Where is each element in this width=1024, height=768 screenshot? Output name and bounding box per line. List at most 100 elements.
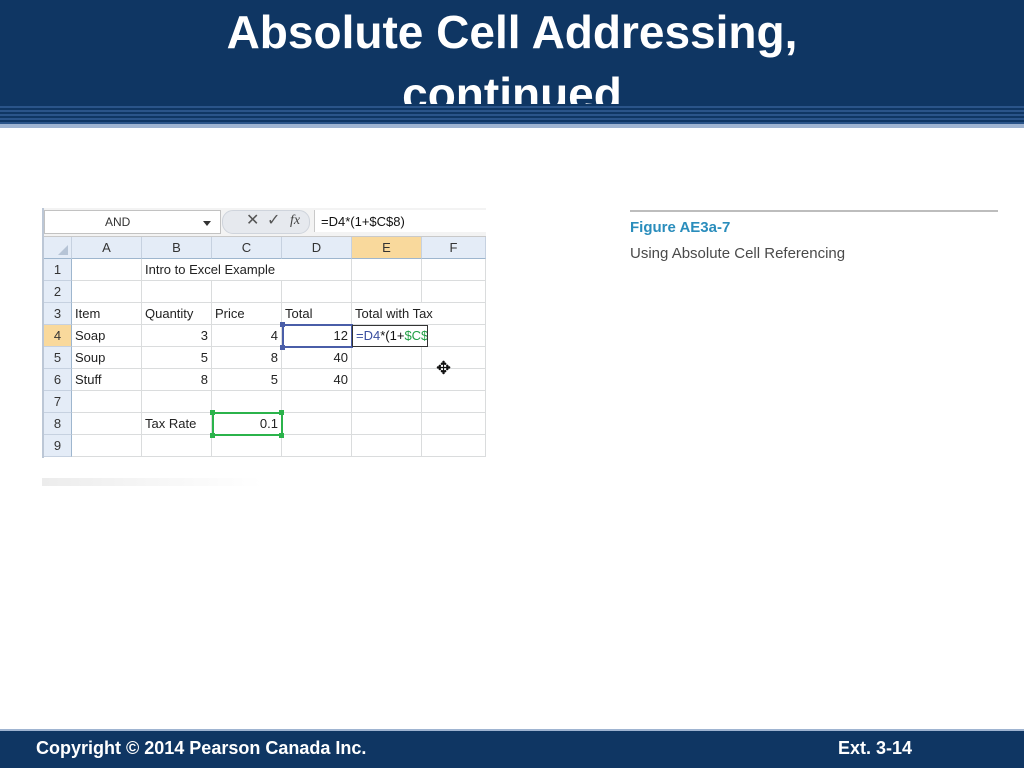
select-all-button[interactable] xyxy=(44,237,72,259)
header-divider xyxy=(0,124,1024,128)
cell-b6[interactable]: 8 xyxy=(142,369,212,391)
row-header-6[interactable]: 6 xyxy=(44,369,72,391)
row-header-2[interactable]: 2 xyxy=(44,281,72,303)
figure-caption: Using Absolute Cell Referencing xyxy=(630,245,846,262)
highlight-handle-c8-tr xyxy=(279,410,284,415)
footer-copyright: Copyright © 2014 Pearson Canada Inc. xyxy=(36,738,367,758)
formula-operator: *(1+ xyxy=(380,328,405,343)
cell-a6[interactable]: Stuff xyxy=(72,369,142,391)
cell-c6[interactable]: 5 xyxy=(212,369,282,391)
row-header-4[interactable]: 4 xyxy=(44,325,72,347)
figure-shadow xyxy=(42,478,262,486)
cell-b5[interactable]: 5 xyxy=(142,347,212,369)
row-header-5[interactable]: 5 xyxy=(44,347,72,369)
highlight-handle-d4-tl xyxy=(280,322,285,327)
formula-bar: AND ✕ ✓ fx =D4*(1+$C$8) xyxy=(44,208,486,237)
cell-a7[interactable] xyxy=(72,391,142,413)
column-header-c[interactable]: C xyxy=(212,237,282,259)
cell-d3[interactable]: Total xyxy=(282,303,352,325)
formula-input[interactable]: =D4*(1+$C$8) xyxy=(314,210,486,232)
caption-rule xyxy=(630,210,998,212)
row-header-8[interactable]: 8 xyxy=(44,413,72,435)
cell-a2[interactable] xyxy=(72,281,142,303)
cell-a3[interactable]: Item xyxy=(72,303,142,325)
cell-e6[interactable] xyxy=(352,369,422,391)
slide-title-line1: Absolute Cell Addressing, xyxy=(226,6,798,58)
cell-b3[interactable]: Quantity xyxy=(142,303,212,325)
cell-a1[interactable] xyxy=(72,259,142,281)
name-box-value: AND xyxy=(105,215,131,229)
cell-d8[interactable] xyxy=(282,413,352,435)
slide-header: Absolute Cell Addressing, continued xyxy=(0,0,1024,124)
cell-f8[interactable] xyxy=(422,413,486,435)
cell-a9[interactable] xyxy=(72,435,142,457)
cell-c2[interactable] xyxy=(212,281,282,303)
cell-f4[interactable] xyxy=(422,325,486,347)
cell-f5[interactable] xyxy=(422,347,486,369)
cell-c3[interactable]: Price xyxy=(212,303,282,325)
header-stripes xyxy=(0,104,1024,124)
cell-c7[interactable] xyxy=(212,391,282,413)
enter-check-icon[interactable]: ✓ xyxy=(267,212,280,230)
row-header-1[interactable]: 1 xyxy=(44,259,72,281)
highlight-handle-d4-bl xyxy=(280,345,285,350)
column-headers: A B C D E F xyxy=(44,237,486,259)
cell-c5[interactable]: 8 xyxy=(212,347,282,369)
cell-d9[interactable] xyxy=(282,435,352,457)
active-cell-e4[interactable]: =D4*(1+$C$8) xyxy=(352,325,428,347)
cell-d5[interactable]: 40 xyxy=(282,347,352,369)
reference-highlight-d4 xyxy=(282,324,353,348)
cell-grid: 1 2 3 4 5 6 7 8 9 Intro to Excel Example… xyxy=(44,259,486,458)
row-header-3[interactable]: 3 xyxy=(44,303,72,325)
cell-e7[interactable] xyxy=(352,391,422,413)
spreadsheet-figure: AND ✕ ✓ fx =D4*(1+$C$8) A B C D E F 1 2 … xyxy=(42,208,486,458)
cell-d2[interactable] xyxy=(282,281,352,303)
cell-c4[interactable]: 4 xyxy=(212,325,282,347)
cell-e1[interactable] xyxy=(352,259,422,281)
column-header-a[interactable]: A xyxy=(72,237,142,259)
cell-a4[interactable]: Soap xyxy=(72,325,142,347)
cell-b4[interactable]: 3 xyxy=(142,325,212,347)
column-header-e[interactable]: E xyxy=(352,237,422,259)
highlight-handle-c8-br xyxy=(279,433,284,438)
column-header-f[interactable]: F xyxy=(422,237,486,259)
cell-f1[interactable] xyxy=(422,259,486,281)
column-header-b[interactable]: B xyxy=(142,237,212,259)
cell-e9[interactable] xyxy=(352,435,422,457)
select-all-triangle-icon xyxy=(58,245,68,255)
slide-footer: Copyright © 2014 Pearson Canada Inc. Ext… xyxy=(0,729,1024,768)
cell-f7[interactable] xyxy=(422,391,486,413)
cell-e3[interactable]: Total with Tax xyxy=(352,303,486,325)
cell-c9[interactable] xyxy=(212,435,282,457)
cell-b7[interactable] xyxy=(142,391,212,413)
cell-f6[interactable] xyxy=(422,369,486,391)
cell-e2[interactable] xyxy=(352,281,422,303)
cancel-icon[interactable]: ✕ xyxy=(246,212,259,230)
highlight-handle-c8-tl xyxy=(210,410,215,415)
figure-label: Figure AE3a-7 xyxy=(630,219,731,236)
cell-f2[interactable] xyxy=(422,281,486,303)
cell-a8[interactable] xyxy=(72,413,142,435)
cell-e5[interactable] xyxy=(352,347,422,369)
insert-function-icon[interactable]: fx xyxy=(290,212,300,230)
name-box-dropdown-icon[interactable] xyxy=(203,221,211,226)
formula-text: =D4*(1+$C$8) xyxy=(321,214,405,229)
cell-e8[interactable] xyxy=(352,413,422,435)
cell-b9[interactable] xyxy=(142,435,212,457)
cell-cursor-icon: ✥ xyxy=(436,358,452,378)
row-header-7[interactable]: 7 xyxy=(44,391,72,413)
cell-b8[interactable]: Tax Rate xyxy=(142,413,212,435)
cell-d7[interactable] xyxy=(282,391,352,413)
cell-b2[interactable] xyxy=(142,281,212,303)
cell-a5[interactable]: Soup xyxy=(72,347,142,369)
footer-rule xyxy=(0,729,1024,731)
name-box[interactable]: AND xyxy=(44,210,221,234)
row-header-9[interactable]: 9 xyxy=(44,435,72,457)
cell-d6[interactable]: 40 xyxy=(282,369,352,391)
column-header-d[interactable]: D xyxy=(282,237,352,259)
footer-page-number: Ext. 3-14 xyxy=(837,738,912,758)
reference-highlight-c8 xyxy=(212,412,283,436)
cell-f9[interactable] xyxy=(422,435,486,457)
cell-b1[interactable]: Intro to Excel Example xyxy=(142,259,352,281)
highlight-handle-c8-bl xyxy=(210,433,215,438)
